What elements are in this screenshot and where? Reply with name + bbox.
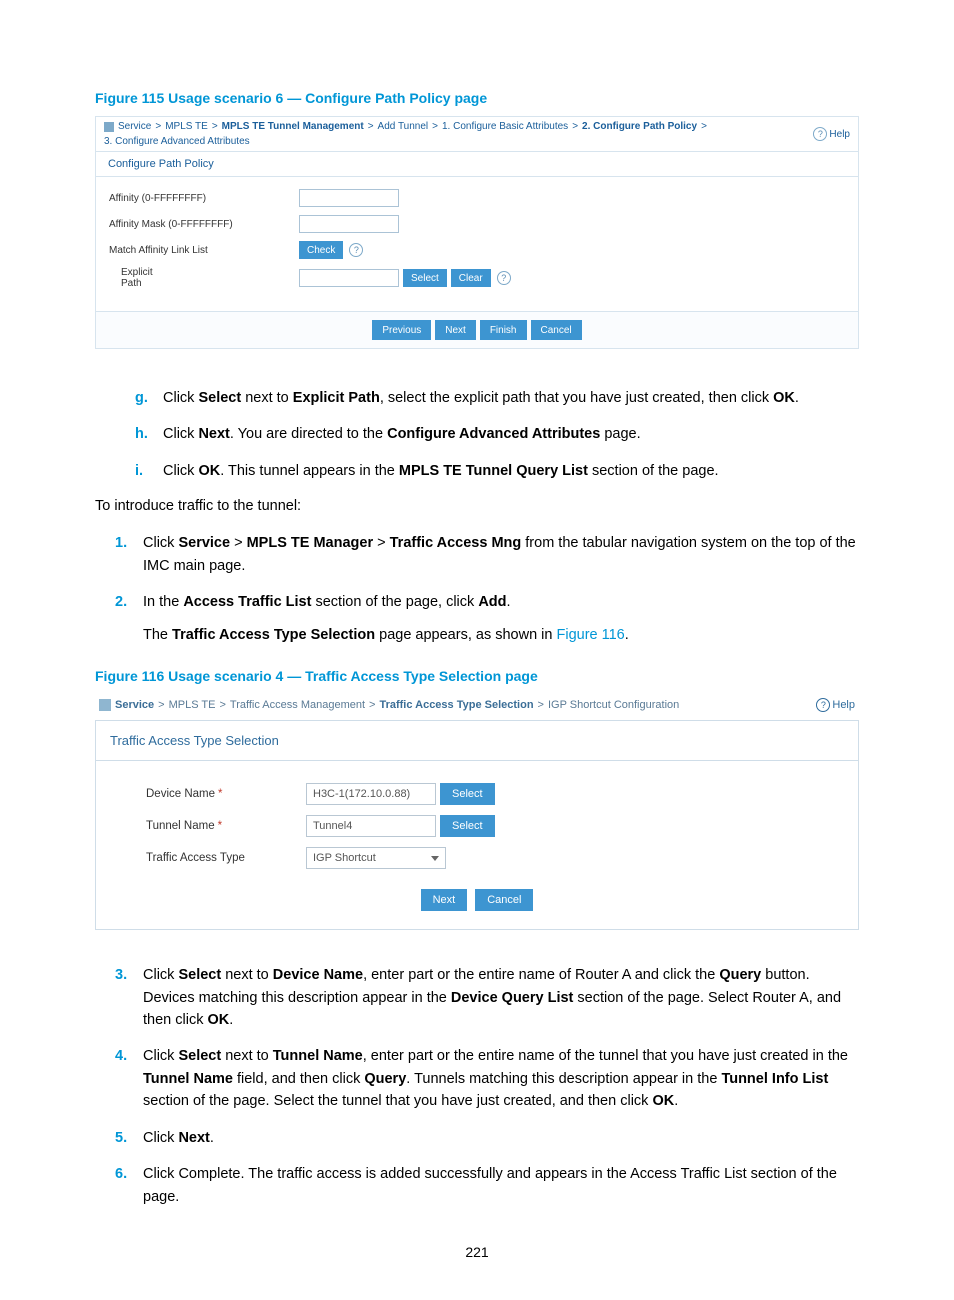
panel-title: Traffic Access Type Selection	[96, 721, 858, 761]
breadcrumb-step1[interactable]: 1. Configure Basic Attributes	[442, 121, 568, 132]
breadcrumb-sep: >	[155, 121, 161, 132]
traffic-type-label: Traffic Access Type	[106, 852, 306, 864]
breadcrumb-116: Service > MPLS TE > Traffic Access Manag…	[95, 694, 859, 720]
figure-116-link[interactable]: Figure 116	[556, 627, 624, 643]
match-link-label: Match Affinity Link List	[99, 245, 299, 256]
breadcrumb-service[interactable]: Service	[118, 121, 151, 132]
previous-button[interactable]: Previous	[372, 320, 431, 340]
wizard-button-bar: Previous Next Finish Cancel	[96, 311, 858, 348]
tunnel-name-label: Tunnel Name*	[106, 820, 306, 832]
next-button[interactable]: Next	[435, 320, 476, 340]
breadcrumb-mplste[interactable]: MPLS TE	[169, 699, 216, 711]
affinity-input[interactable]	[299, 189, 399, 207]
check-button[interactable]: Check	[299, 241, 343, 259]
breadcrumb-row: Service > MPLS TE > MPLS TE Tunnel Manag…	[96, 117, 858, 152]
cancel-button[interactable]: Cancel	[531, 320, 582, 340]
explicit-path-input[interactable]	[299, 269, 399, 287]
affinity-label: Affinity (0-FFFFFFFF)	[99, 193, 299, 204]
panel-title: Configure Path Policy	[96, 152, 858, 177]
step-3: 3. Click Select next to Device Name, ent…	[115, 964, 859, 1031]
help-icon: ?	[813, 127, 827, 141]
help-link[interactable]: ? Help	[807, 127, 850, 141]
breadcrumb-igp[interactable]: IGP Shortcut Configuration	[548, 699, 679, 711]
help-icon: ?	[816, 698, 830, 712]
step-h: h. Click Next. You are directed to the C…	[135, 423, 859, 445]
figure-115-caption: Figure 115 Usage scenario 6 — Configure …	[95, 90, 859, 106]
traffic-type-select[interactable]: IGP Shortcut	[306, 847, 446, 869]
breadcrumb-service[interactable]: Service	[115, 699, 154, 711]
finish-button[interactable]: Finish	[480, 320, 527, 340]
intro-line: To introduce traffic to the tunnel:	[95, 496, 859, 518]
breadcrumb-tam[interactable]: Traffic Access Management	[230, 699, 365, 711]
device-name-label: Device Name*	[106, 788, 306, 800]
help-icon[interactable]: ?	[497, 271, 511, 285]
help-icon[interactable]: ?	[349, 243, 363, 257]
breadcrumb-tunnel-mgmt[interactable]: MPLS TE Tunnel Management	[222, 121, 364, 132]
step-g: g. Click Select next to Explicit Path, s…	[135, 387, 859, 409]
affinity-mask-input[interactable]	[299, 215, 399, 233]
cancel-button[interactable]: Cancel	[475, 889, 533, 911]
step-i: i. Click OK. This tunnel appears in the …	[135, 460, 859, 482]
help-link[interactable]: ? Help	[816, 698, 855, 712]
breadcrumb-step2[interactable]: 2. Configure Path Policy	[582, 121, 697, 132]
select-device-button[interactable]: Select	[440, 783, 495, 805]
figure-116-caption: Figure 116 Usage scenario 4 — Traffic Ac…	[95, 668, 859, 684]
explicit-path-label: Explicit Path	[99, 267, 299, 289]
step-6: 6. Click Complete. The traffic access is…	[115, 1163, 859, 1208]
chevron-down-icon	[431, 856, 439, 861]
tunnel-name-input[interactable]	[306, 815, 436, 837]
figure-116-panel: Service > MPLS TE > Traffic Access Manag…	[95, 694, 859, 930]
breadcrumb-tats[interactable]: Traffic Access Type Selection	[379, 699, 533, 711]
step-4: 4. Click Select next to Tunnel Name, ent…	[115, 1045, 859, 1112]
service-icon	[99, 699, 111, 711]
step-5: 5. Click Next.	[115, 1127, 859, 1149]
step-2: 2. In the Access Traffic List section of…	[115, 591, 859, 646]
page-number: 221	[95, 1244, 859, 1260]
clear-button[interactable]: Clear	[451, 269, 491, 287]
select-tunnel-button[interactable]: Select	[440, 815, 495, 837]
service-icon	[104, 122, 114, 132]
affinity-mask-label: Affinity Mask (0-FFFFFFFF)	[99, 219, 299, 230]
breadcrumb-step3[interactable]: 3. Configure Advanced Attributes	[104, 136, 250, 147]
figure-115-panel: Service > MPLS TE > MPLS TE Tunnel Manag…	[95, 116, 859, 349]
next-button[interactable]: Next	[421, 889, 468, 911]
breadcrumb-add-tunnel[interactable]: Add Tunnel	[378, 121, 429, 132]
select-button[interactable]: Select	[403, 269, 447, 287]
device-name-input[interactable]	[306, 783, 436, 805]
breadcrumb-mplste[interactable]: MPLS TE	[165, 121, 208, 132]
step-1: 1. Click Service > MPLS TE Manager > Tra…	[115, 532, 859, 577]
